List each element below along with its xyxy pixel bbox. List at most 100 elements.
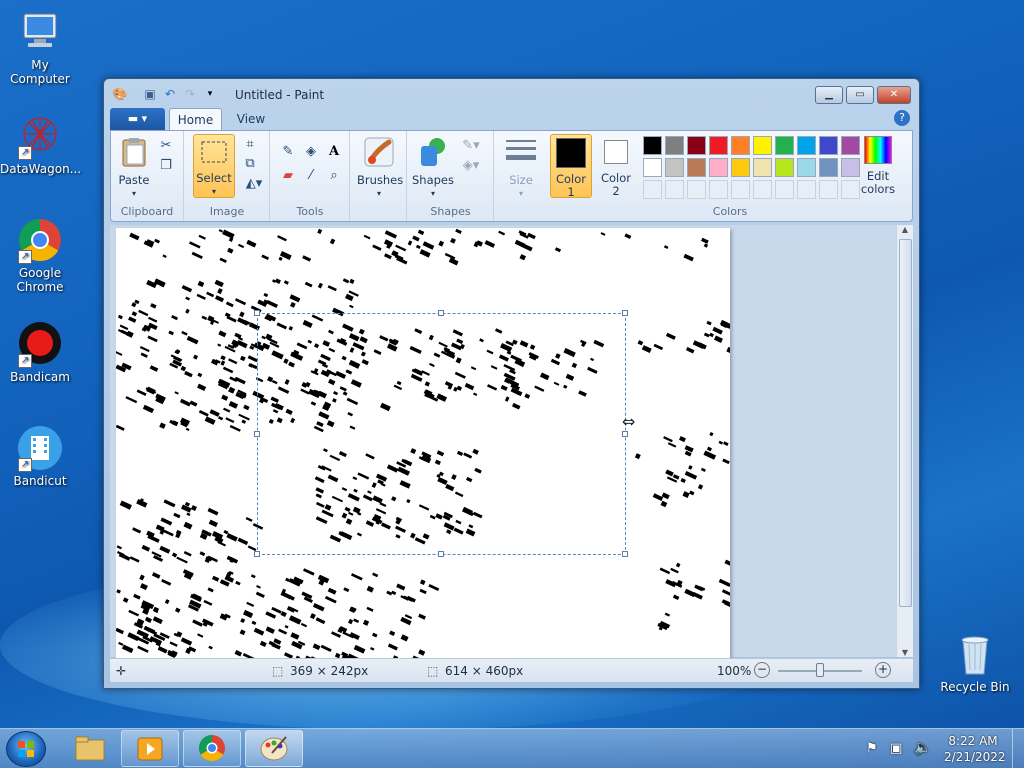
desktop-icon-bandicam[interactable]: ↗ Bandicam — [0, 320, 80, 384]
resize-icon[interactable]: ⧉ — [241, 155, 259, 173]
selection-rectangle[interactable] — [254, 310, 628, 557]
palette-swatch[interactable] — [775, 158, 794, 177]
eraser-icon[interactable]: ▰ — [279, 167, 297, 185]
zoom-slider-thumb[interactable] — [816, 663, 824, 677]
custom-color-slot[interactable] — [797, 180, 816, 199]
palette-swatch[interactable] — [643, 158, 662, 177]
palette-swatch[interactable] — [665, 136, 684, 155]
paint-window[interactable]: 🎨 ▣ ↶ ↷ ▾ Untitled - Paint ▁ ▭ ✕ ▬ ▾ Hom… — [103, 78, 920, 689]
custom-color-slot[interactable] — [665, 180, 684, 199]
redo-icon[interactable]: ↷ — [182, 86, 198, 102]
dropdown-arrow-icon: ▾ — [131, 189, 136, 198]
palette-swatch[interactable] — [731, 158, 750, 177]
palette-swatch[interactable] — [753, 158, 772, 177]
selection-handle[interactable] — [438, 310, 444, 316]
help-icon[interactable]: ? — [894, 110, 910, 126]
zoom-in-button[interactable]: + — [875, 662, 891, 678]
maximize-button[interactable]: ▭ — [846, 86, 874, 104]
title-bar[interactable]: 🎨 ▣ ↶ ↷ ▾ Untitled - Paint ▁ ▭ ✕ — [104, 79, 919, 109]
palette-swatch[interactable] — [709, 158, 728, 177]
zoom-out-button[interactable]: − — [754, 662, 770, 678]
desktop-icon-datawagon[interactable]: ↗ DataWagon... — [0, 112, 81, 176]
drawing-canvas[interactable]: ⇔ — [116, 228, 730, 658]
palette-swatch[interactable] — [775, 136, 794, 155]
palette-swatch[interactable] — [643, 136, 662, 155]
datawagon-icon: ↗ — [16, 112, 64, 160]
desktop-icon-bandicut[interactable]: ↗ Bandicut — [0, 424, 80, 488]
folder-icon — [75, 736, 105, 761]
selection-handle[interactable] — [438, 551, 444, 557]
brushes-button[interactable]: Brushes ▾ — [357, 136, 404, 200]
scrollbar-thumb[interactable] — [899, 239, 912, 607]
show-desktop-button[interactable] — [1012, 729, 1024, 768]
palette-swatch[interactable] — [687, 158, 706, 177]
paste-button[interactable]: Paste ▾ — [115, 136, 153, 200]
cut-icon[interactable]: ✂ — [157, 137, 175, 155]
select-button[interactable]: Select ▾ — [193, 134, 235, 198]
tab-home[interactable]: Home — [169, 108, 222, 130]
start-button[interactable] — [6, 731, 46, 767]
palette-swatch[interactable] — [819, 158, 838, 177]
palette-swatch[interactable] — [797, 136, 816, 155]
close-button[interactable]: ✕ — [877, 86, 911, 104]
desktop-icon-recycle-bin[interactable]: Recycle Bin — [935, 630, 1015, 694]
custom-color-slot[interactable] — [643, 180, 662, 199]
crop-icon[interactable]: ⌗ — [241, 136, 259, 154]
color2-swatch — [604, 140, 628, 164]
custom-color-slot[interactable] — [687, 180, 706, 199]
color2-button[interactable]: Color 2 — [595, 134, 637, 198]
paint-app-icon[interactable]: 🎨 — [112, 86, 128, 102]
palette-swatch[interactable] — [665, 158, 684, 177]
palette-swatch[interactable] — [687, 136, 706, 155]
shapes-button[interactable]: Shapes ▾ — [412, 136, 454, 200]
palette-swatch[interactable] — [797, 158, 816, 177]
tab-view[interactable]: View — [226, 108, 276, 130]
taskbar-paint[interactable] — [245, 730, 303, 767]
minimize-button[interactable]: ▁ — [815, 86, 843, 104]
magnifier-icon[interactable]: ⌕ — [325, 167, 343, 185]
copy-icon[interactable]: ❐ — [157, 157, 175, 175]
rotate-icon[interactable]: ◭▾ — [241, 175, 267, 193]
taskbar-media[interactable] — [121, 730, 179, 767]
palette-swatch[interactable] — [731, 136, 750, 155]
color-picker-icon[interactable]: ⁄ — [302, 167, 320, 185]
custom-color-slot[interactable] — [775, 180, 794, 199]
clock[interactable]: 8:22 AM 2/21/2022 — [944, 734, 1006, 764]
desktop-icon-google-chrome[interactable]: ↗ Google Chrome — [0, 216, 80, 294]
selection-handle[interactable] — [622, 310, 628, 316]
custom-color-slot[interactable] — [753, 180, 772, 199]
edit-colors-button[interactable]: Edit colors — [851, 134, 905, 196]
canvas-workspace[interactable]: ⇔ ▲ ▼ — [110, 225, 913, 658]
selection-handle[interactable] — [254, 431, 260, 437]
taskbar-explorer[interactable] — [60, 730, 118, 767]
undo-icon[interactable]: ↶ — [162, 86, 178, 102]
text-icon[interactable]: A — [325, 143, 343, 161]
color1-button[interactable]: Color 1 — [550, 134, 592, 199]
paint-menu-button[interactable]: ▬ ▾ — [110, 108, 165, 130]
dropdown-arrow-icon: ▾ — [211, 187, 216, 196]
palette-swatch[interactable] — [819, 136, 838, 155]
palette-swatch[interactable] — [709, 136, 728, 155]
selection-handle[interactable] — [622, 431, 628, 437]
fill-icon[interactable]: ◈ — [302, 143, 320, 161]
custom-color-slot[interactable] — [819, 180, 838, 199]
desktop-icon-my-computer[interactable]: My Computer — [0, 8, 80, 86]
scroll-down-icon[interactable]: ▼ — [897, 648, 913, 657]
selection-handle[interactable] — [254, 551, 260, 557]
save-icon[interactable]: ▣ — [142, 86, 158, 102]
taskbar-chrome[interactable] — [183, 730, 241, 767]
customize-qat-icon[interactable]: ▾ — [202, 86, 218, 102]
selection-handle[interactable] — [254, 310, 260, 316]
status-bar: ✛ ⬚ 369 × 242px ⬚ 614 × 460px 100% − + — [110, 658, 913, 682]
scroll-up-icon[interactable]: ▲ — [897, 225, 913, 234]
brushes-label: Brushes — [357, 173, 404, 187]
vertical-scrollbar[interactable]: ▲ ▼ — [896, 225, 913, 657]
pencil-icon[interactable]: ✎ — [279, 143, 297, 161]
network-icon[interactable]: ▣ — [890, 741, 902, 756]
palette-swatch[interactable] — [753, 136, 772, 155]
custom-color-slot[interactable] — [709, 180, 728, 199]
action-center-icon[interactable]: ⚑ — [866, 741, 878, 756]
custom-color-slot[interactable] — [731, 180, 750, 199]
volume-icon[interactable]: 🔈 — [914, 740, 931, 756]
selection-handle[interactable] — [622, 551, 628, 557]
